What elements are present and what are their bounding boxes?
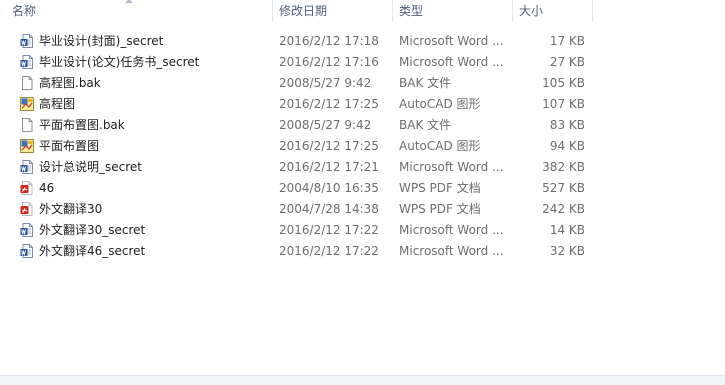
file-row[interactable]: 外文翻译30_secret 2016/2/12 17:22 Microsoft … bbox=[0, 220, 725, 241]
file-row[interactable]: 外文翻译30 2004/7/28 14:38 WPS PDF 文档 242 KB bbox=[0, 199, 725, 220]
file-name: 高程图.bak bbox=[39, 76, 101, 90]
file-row[interactable]: 高程图.bak 2008/5/27 9:42 BAK 文件 105 KB bbox=[0, 73, 725, 94]
file-date-modified: 2016/2/12 17:18 bbox=[279, 34, 379, 48]
file-date-modified: 2016/2/12 17:25 bbox=[279, 139, 379, 153]
file-row[interactable]: 高程图 2016/2/12 17:25 AutoCAD 图形 107 KB bbox=[0, 94, 725, 115]
file-type: Microsoft Word ... bbox=[399, 244, 504, 258]
file-size: 382 KB bbox=[542, 160, 585, 174]
status-bar bbox=[0, 375, 725, 385]
file-date-modified: 2016/2/12 17:16 bbox=[279, 55, 379, 69]
file-row[interactable]: 平面布置图.bak 2008/5/27 9:42 BAK 文件 83 KB bbox=[0, 115, 725, 136]
file-size: 105 KB bbox=[542, 76, 585, 90]
file-row[interactable]: 外文翻译46_secret 2016/2/12 17:22 Microsoft … bbox=[0, 241, 725, 262]
file-row[interactable]: 毕业设计(封面)_secret 2016/2/12 17:18 Microsof… bbox=[0, 31, 725, 52]
column-header-type-label: 类型 bbox=[399, 4, 424, 18]
file-date-modified: 2016/2/12 17:22 bbox=[279, 223, 379, 237]
word-doc-icon bbox=[19, 33, 35, 49]
generic-file-icon bbox=[19, 117, 35, 133]
file-date-modified: 2008/5/27 9:42 bbox=[279, 118, 372, 132]
file-type: Microsoft Word ... bbox=[399, 55, 504, 69]
file-name: 毕业设计(论文)任务书_secret bbox=[39, 55, 200, 69]
autocad-drawing-icon bbox=[19, 96, 35, 112]
file-explorer-window: 名称 修改日期 类型 大小 毕业设计(封面)_secret 2016/2/12 … bbox=[0, 0, 725, 385]
file-name: 平面布置图.bak bbox=[39, 118, 125, 132]
file-type: Microsoft Word ... bbox=[399, 223, 504, 237]
file-type: BAK 文件 bbox=[399, 76, 452, 90]
file-size: 27 KB bbox=[549, 55, 585, 69]
autocad-drawing-icon bbox=[19, 138, 35, 154]
file-date-modified: 2016/2/12 17:21 bbox=[279, 160, 379, 174]
word-doc-icon bbox=[19, 243, 35, 259]
file-size: 242 KB bbox=[542, 202, 585, 216]
column-header-size-label: 大小 bbox=[519, 4, 544, 18]
file-name: 外文翻译30 bbox=[39, 202, 103, 216]
column-header-name-label: 名称 bbox=[12, 4, 37, 18]
file-name: 高程图 bbox=[39, 97, 76, 111]
column-header-name[interactable]: 名称 bbox=[0, 0, 273, 22]
file-type: BAK 文件 bbox=[399, 118, 452, 132]
file-type: WPS PDF 文档 bbox=[399, 181, 481, 195]
file-size: 527 KB bbox=[542, 181, 585, 195]
file-date-modified: 2008/5/27 9:42 bbox=[279, 76, 372, 90]
file-size: 17 KB bbox=[549, 34, 585, 48]
file-type: Microsoft Word ... bbox=[399, 160, 504, 174]
file-name: 46 bbox=[39, 181, 55, 195]
generic-file-icon bbox=[19, 75, 35, 91]
file-size: 107 KB bbox=[542, 97, 585, 111]
file-size: 94 KB bbox=[549, 139, 585, 153]
column-header-date-modified[interactable]: 修改日期 bbox=[273, 0, 393, 22]
file-name: 设计总说明_secret bbox=[39, 160, 142, 174]
file-row[interactable]: 设计总说明_secret 2016/2/12 17:21 Microsoft W… bbox=[0, 157, 725, 178]
file-date-modified: 2004/8/10 16:35 bbox=[279, 181, 379, 195]
file-list: 毕业设计(封面)_secret 2016/2/12 17:18 Microsof… bbox=[0, 31, 725, 262]
file-size: 83 KB bbox=[549, 118, 585, 132]
pdf-file-icon bbox=[19, 201, 35, 217]
file-type: AutoCAD 图形 bbox=[399, 97, 481, 111]
column-header-date-label: 修改日期 bbox=[279, 4, 328, 18]
pdf-file-icon bbox=[19, 180, 35, 196]
file-row[interactable]: 毕业设计(论文)任务书_secret 2016/2/12 17:16 Micro… bbox=[0, 52, 725, 73]
column-header-bar: 名称 修改日期 类型 大小 bbox=[0, 0, 725, 24]
file-date-modified: 2016/2/12 17:22 bbox=[279, 244, 379, 258]
file-type: AutoCAD 图形 bbox=[399, 139, 481, 153]
column-header-type[interactable]: 类型 bbox=[393, 0, 513, 22]
file-date-modified: 2004/7/28 14:38 bbox=[279, 202, 379, 216]
file-type: Microsoft Word ... bbox=[399, 34, 504, 48]
file-row[interactable]: 平面布置图 2016/2/12 17:25 AutoCAD 图形 94 KB bbox=[0, 136, 725, 157]
file-type: WPS PDF 文档 bbox=[399, 202, 481, 216]
word-doc-icon bbox=[19, 54, 35, 70]
file-name: 外文翻译30_secret bbox=[39, 223, 146, 237]
word-doc-icon bbox=[19, 222, 35, 238]
file-name: 毕业设计(封面)_secret bbox=[39, 34, 164, 48]
file-date-modified: 2016/2/12 17:25 bbox=[279, 97, 379, 111]
file-row[interactable]: 46 2004/8/10 16:35 WPS PDF 文档 527 KB bbox=[0, 178, 725, 199]
file-size: 14 KB bbox=[549, 223, 585, 237]
column-header-size[interactable]: 大小 bbox=[513, 0, 593, 22]
word-doc-icon bbox=[19, 159, 35, 175]
file-name: 平面布置图 bbox=[39, 139, 100, 153]
sort-ascending-icon bbox=[125, 0, 133, 3]
file-size: 32 KB bbox=[549, 244, 585, 258]
file-name: 外文翻译46_secret bbox=[39, 244, 146, 258]
